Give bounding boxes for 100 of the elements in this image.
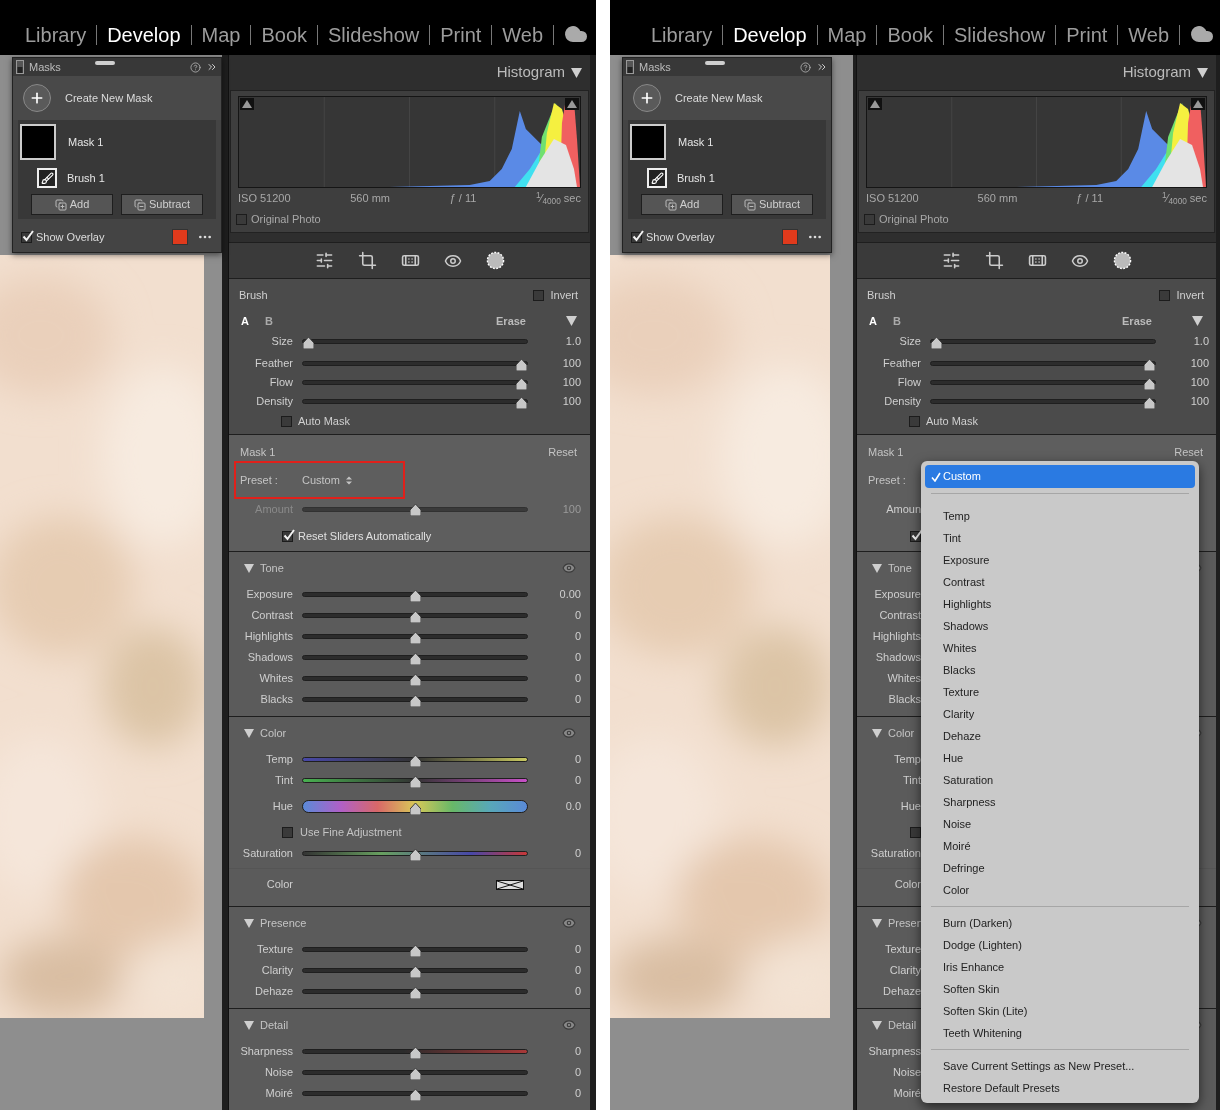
menu-item[interactable]: Color: [925, 879, 1195, 901]
module-tab[interactable]: Develop: [733, 24, 807, 46]
module-tab[interactable]: Book: [261, 24, 308, 46]
masking-icon[interactable]: [1112, 251, 1132, 270]
slider-thumb[interactable]: [1143, 396, 1155, 409]
menu-item[interactable]: Noise: [925, 813, 1195, 835]
collapse-triangle-icon[interactable]: [1197, 67, 1208, 78]
menu-item[interactable]: Save Current Settings as New Preset...: [925, 1055, 1195, 1077]
menu-item[interactable]: Shadows: [925, 615, 1195, 637]
menu-item[interactable]: Teeth Whitening: [925, 1022, 1195, 1044]
menu-item[interactable]: Temp: [925, 505, 1195, 527]
module-tab[interactable]: Map: [201, 24, 241, 46]
section-title[interactable]: Detail: [260, 1016, 556, 1034]
checkbox[interactable]: [21, 231, 32, 243]
module-tab[interactable]: Slideshow: [954, 24, 1046, 46]
slider-thumb[interactable]: [409, 673, 421, 686]
section-title[interactable]: Presence: [260, 914, 556, 932]
section-title[interactable]: Tone: [260, 559, 556, 577]
create-mask-button[interactable]: [23, 84, 51, 112]
masking-icon[interactable]: [485, 251, 505, 270]
slider-thumb[interactable]: [409, 965, 421, 978]
brush-tab[interactable]: B: [890, 312, 903, 330]
slider-thumb[interactable]: [409, 803, 421, 815]
expand-triangle-icon[interactable]: [244, 728, 254, 738]
checkbox[interactable]: [281, 415, 292, 427]
checkbox-label[interactable]: Invert: [1176, 286, 1204, 304]
checkbox-label[interactable]: Original Photo: [251, 210, 321, 228]
checkbox-label[interactable]: Reset Sliders Automatically: [298, 527, 432, 545]
module-tab[interactable]: Web: [502, 24, 544, 46]
expand-triangle-icon[interactable]: [244, 563, 254, 573]
expand-triangle-icon[interactable]: [872, 563, 882, 573]
checkbox-label[interactable]: Invert: [550, 286, 578, 304]
slider-thumb[interactable]: [303, 336, 315, 349]
slider-thumb[interactable]: [409, 848, 421, 861]
slider-thumb[interactable]: [409, 944, 421, 957]
checkbox[interactable]: [533, 289, 545, 301]
erase-tab[interactable]: Erase: [496, 312, 526, 330]
collapse-icon[interactable]: [206, 61, 218, 73]
drag-handle[interactable]: [95, 61, 116, 65]
crop-icon[interactable]: [357, 251, 377, 270]
checkbox-label[interactable]: Original Photo: [879, 210, 949, 228]
checkbox[interactable]: [864, 213, 875, 225]
menu-item[interactable]: Whites: [925, 637, 1195, 659]
menu-item[interactable]: Burn (Darken): [925, 912, 1195, 934]
checkbox[interactable]: [236, 213, 247, 225]
add-button[interactable]: Add: [641, 194, 723, 215]
reset-button[interactable]: Reset: [1174, 443, 1205, 461]
color-swatch[interactable]: [496, 879, 524, 890]
menu-item[interactable]: Soften Skin (Lite): [925, 1000, 1195, 1022]
checkbox-label[interactable]: Use Fine Adjustment: [300, 823, 402, 841]
drag-handle[interactable]: [705, 61, 726, 65]
module-tab[interactable]: Book: [887, 24, 934, 46]
clipping-warning-icon[interactable]: [868, 98, 882, 110]
menu-item[interactable]: Highlights: [925, 593, 1195, 615]
clipping-warning-icon[interactable]: [240, 98, 254, 110]
slider-thumb[interactable]: [409, 1088, 421, 1101]
menu-item[interactable]: Defringe: [925, 857, 1195, 879]
module-tab[interactable]: Print: [440, 24, 482, 46]
menu-item[interactable]: Texture: [925, 681, 1195, 703]
expand-triangle-icon[interactable]: [872, 728, 882, 738]
slider-thumb[interactable]: [409, 652, 421, 665]
menu-item[interactable]: Hue: [925, 747, 1195, 769]
subtract-button[interactable]: Subtract: [121, 194, 203, 215]
reset-button[interactable]: Reset: [548, 443, 579, 461]
menu-item[interactable]: Custom: [925, 465, 1195, 488]
slider-thumb[interactable]: [931, 336, 943, 349]
sliders-icon[interactable]: [314, 251, 334, 270]
mask-name[interactable]: Mask 1: [68, 133, 104, 151]
brush-thumbnail[interactable]: [37, 168, 57, 188]
expand-triangle-icon[interactable]: [244, 918, 254, 928]
component-name[interactable]: Brush 1: [677, 169, 715, 187]
menu-item[interactable]: Tint: [925, 527, 1195, 549]
clipping-warning-icon[interactable]: [1191, 98, 1205, 110]
module-tab[interactable]: Slideshow: [328, 24, 420, 46]
slider-thumb[interactable]: [1143, 377, 1155, 390]
slider-thumb[interactable]: [409, 631, 421, 644]
mask-thumbnail[interactable]: [20, 124, 56, 160]
create-mask-label[interactable]: Create New Mask: [675, 89, 763, 107]
checkbox[interactable]: [282, 530, 293, 542]
module-tab[interactable]: Develop: [107, 24, 181, 46]
overlay-color-swatch[interactable]: [782, 229, 798, 245]
checkbox-label[interactable]: Show Overlay: [36, 228, 168, 246]
module-tab[interactable]: Web: [1128, 24, 1170, 46]
checkbox-label[interactable]: Show Overlay: [646, 228, 778, 246]
expand-triangle-icon[interactable]: [872, 1020, 882, 1030]
panel-title[interactable]: Histogram: [1122, 61, 1191, 84]
crop-icon[interactable]: [984, 251, 1004, 270]
overlay-color-swatch[interactable]: [172, 229, 188, 245]
panel-toggle-icon[interactable]: [626, 60, 634, 74]
menu-item[interactable]: Iris Enhance: [925, 956, 1195, 978]
slider-thumb[interactable]: [409, 1067, 421, 1080]
checkbox-label[interactable]: Auto Mask: [298, 412, 350, 430]
menu-item[interactable]: Dodge (Lighten): [925, 934, 1195, 956]
add-button[interactable]: Add: [31, 194, 113, 215]
mask-thumbnail[interactable]: [630, 124, 666, 160]
expand-triangle-icon[interactable]: [872, 918, 882, 928]
slider-thumb[interactable]: [409, 986, 421, 999]
expand-triangle-icon[interactable]: [244, 1020, 254, 1030]
menu-item[interactable]: Blacks: [925, 659, 1195, 681]
slider-thumb[interactable]: [515, 358, 527, 371]
